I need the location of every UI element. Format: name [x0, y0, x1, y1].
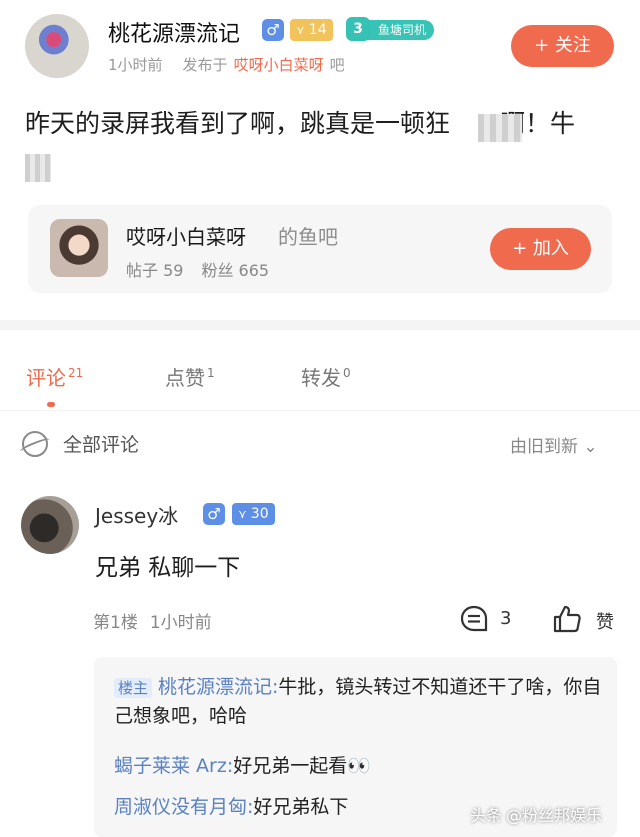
watermark-source: 头条	[470, 806, 503, 825]
reply-text: 好兄弟一起看👀	[233, 755, 371, 777]
follow-button[interactable]: + 关注	[511, 25, 614, 67]
reply-item[interactable]: 蝎子莱莱 Arz:好兄弟一起看👀	[114, 752, 604, 781]
level-badge: ⋎ 14	[290, 19, 333, 41]
post-time: 1小时前	[108, 56, 163, 74]
reply-count: 3	[500, 608, 512, 629]
tab-reposts-label: 转发	[301, 366, 341, 390]
male-icon: ♂	[203, 503, 225, 525]
post-meta: 1小时前 发布于 哎呀小白菜呀 吧	[108, 54, 345, 75]
planet-icon	[22, 431, 48, 457]
join-button[interactable]: + 加入	[490, 228, 591, 270]
reply-user[interactable]: 蝎子莱莱 Arz:	[114, 755, 233, 777]
comment-floor: 第1楼	[93, 613, 138, 633]
tab-comments[interactable]: 评论 21	[26, 362, 83, 391]
reply-text: 好兄弟私下	[253, 796, 349, 818]
posts-count: 帖子 59	[126, 261, 184, 280]
censor-mosaic	[478, 114, 522, 142]
tab-likes[interactable]: 点赞 1	[165, 362, 215, 391]
thumbs-up-icon[interactable]	[551, 603, 583, 635]
fans-count: 粉丝 665	[201, 261, 270, 280]
comment-meta: 第1楼 1小时前	[93, 608, 212, 633]
author-avatar[interactable]	[25, 14, 89, 78]
tab-likes-label: 点赞	[165, 366, 205, 390]
owner-tag: 楼主	[114, 678, 153, 698]
reply-item[interactable]: 楼主 桃花源漂流记:牛批，镜头转过不知道还干了啥，你自己想象吧，哈哈	[114, 673, 604, 731]
censor-mosaic	[25, 154, 51, 182]
reply-icon[interactable]	[459, 604, 489, 634]
commenter-level-badge: ⋎ 30	[232, 503, 275, 525]
post-text: 昨天的录屏我看到了啊，跳真是一顿狂 啊！牛	[25, 109, 576, 138]
tab-reposts[interactable]: 转发 0	[301, 362, 351, 391]
section-divider	[0, 320, 640, 330]
all-comments-title: 全部评论	[63, 434, 140, 456]
level-icon: ⋎	[238, 507, 247, 521]
comment-time: 1小时前	[149, 613, 212, 633]
forum-suffix: 吧	[329, 56, 345, 74]
active-tab-indicator	[47, 402, 55, 407]
sort-dropdown[interactable]: 由旧到新 ⌄	[510, 432, 598, 457]
watermark: 头条 @粉丝邦娱乐	[470, 802, 602, 826]
reply-user[interactable]: 桃花源漂流记:	[158, 676, 278, 698]
commenter-avatar[interactable]	[21, 496, 79, 554]
watermark-account: @粉丝邦娱乐	[506, 806, 603, 825]
comment-text: 兄弟 私聊一下	[95, 555, 241, 581]
tab-comments-count: 21	[68, 366, 84, 381]
level-icon: ⋎	[296, 23, 305, 37]
male-icon: ♂	[262, 19, 284, 41]
forum-avatar[interactable]	[50, 219, 108, 277]
forum-card-name[interactable]: 哎呀小白菜呀	[126, 221, 246, 250]
commenter-name[interactable]: Jessey冰	[95, 500, 178, 529]
fan-badge-label: 鱼塘司机	[366, 20, 435, 40]
tab-comments-label: 评论	[26, 366, 66, 390]
tab-likes-count: 1	[207, 366, 215, 381]
commenter-level-number: 30	[250, 506, 269, 522]
forum-card-stats: 帖子 59 粉丝 665	[126, 257, 269, 281]
tabs-divider	[0, 410, 640, 411]
forum-card-suffix: 的鱼吧	[278, 225, 338, 249]
level-number: 14	[308, 22, 327, 38]
posted-in-label: 发布于	[182, 56, 228, 74]
reply-user[interactable]: 周淑仪没有月匈:	[114, 796, 253, 818]
like-label[interactable]: 赞	[596, 608, 614, 634]
fan-badge-number: 3	[346, 17, 370, 41]
tab-reposts-count: 0	[343, 366, 351, 381]
forum-link[interactable]: 哎呀小白菜呀	[234, 54, 324, 75]
author-name[interactable]: 桃花源漂流记	[108, 16, 240, 48]
